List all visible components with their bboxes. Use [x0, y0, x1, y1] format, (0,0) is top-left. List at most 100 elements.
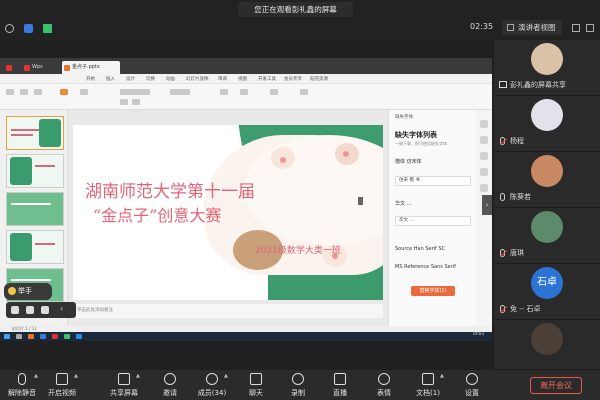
menu-member[interactable]: 会员专享	[284, 76, 302, 82]
tool-icon[interactable]	[480, 136, 488, 144]
participant-tile[interactable]: 彭礼鑫的屏幕共享	[494, 40, 600, 96]
slide-title-line1[interactable]: 湖南师范大学第十一届	[85, 177, 255, 202]
collapse-panel-button[interactable]: ›	[482, 195, 492, 215]
font-icon[interactable]	[120, 89, 150, 95]
font-select[interactable]: 华文 ...	[395, 216, 471, 226]
app-icon[interactable]	[76, 334, 82, 339]
app-icon[interactable]	[40, 334, 46, 339]
chat-icon[interactable]	[26, 306, 34, 314]
slide-thumb[interactable]	[6, 230, 64, 264]
menu-review[interactable]: 审阅	[218, 76, 227, 82]
info-icon[interactable]	[5, 24, 14, 33]
replace-fonts-button[interactable]: 替换字体(1)	[411, 286, 455, 296]
chevron-up-icon[interactable]: ▲	[440, 373, 444, 379]
slide-thumb[interactable]	[6, 192, 64, 226]
avatar	[531, 323, 563, 355]
find-icon[interactable]	[300, 89, 308, 95]
record-button[interactable]: 录制	[278, 371, 318, 399]
window-icon[interactable]	[586, 24, 594, 32]
wps-tab-presentation[interactable]: 金点子.pptx	[62, 61, 120, 74]
document-icon	[422, 373, 434, 385]
speaker-view-button[interactable]: 演讲者视图	[502, 20, 562, 35]
align-icon[interactable]	[170, 89, 190, 95]
menu-view[interactable]: 视图	[238, 76, 247, 82]
participant-tile[interactable]: 石卓 免 -- 石卓	[494, 264, 600, 320]
raise-hand-button[interactable]: 举手	[4, 283, 52, 300]
members-button[interactable]: ▲ 成员(34)	[192, 371, 232, 399]
chevron-up-icon[interactable]: ▲	[136, 373, 140, 379]
chevron-up-icon[interactable]: ▲	[224, 373, 228, 379]
chat-icon	[250, 373, 262, 385]
start-icon[interactable]	[4, 334, 10, 339]
notes-field[interactable]: 单击此处添加备注	[73, 304, 383, 318]
cat-paw	[271, 147, 295, 169]
search-icon[interactable]	[16, 334, 22, 339]
arrange-icon[interactable]	[240, 89, 248, 95]
app-icon[interactable]	[52, 334, 58, 339]
layout-icon[interactable]	[80, 89, 88, 95]
gear-icon	[466, 373, 478, 385]
slide-editor[interactable]: 湖南师范大学第十一届 “金点子”创意大赛 2021级数学大类一班 单击此处添加备…	[68, 110, 388, 326]
menu-design[interactable]: 设计	[126, 76, 135, 82]
emoji-button[interactable]: 表情	[364, 371, 404, 399]
mic-icon	[500, 193, 505, 201]
chevron-up-icon[interactable]: ▲	[74, 373, 78, 379]
live-button[interactable]: 直播	[320, 371, 360, 399]
bold-icon[interactable]	[120, 99, 128, 105]
missing-fonts-pane: 缺失字体 缺失字体列表 一键下载，即可使用缺失字体 楷体 仿宋体 仿宋 楷 书 …	[388, 110, 476, 326]
participant-tile[interactable]: 杨程	[494, 96, 600, 152]
menu-slideshow[interactable]: 幻灯片放映	[186, 76, 209, 82]
documents-button[interactable]: ▲ 文档(1)	[408, 371, 448, 399]
menu-start[interactable]: 开始	[86, 76, 95, 82]
cat-face	[243, 135, 383, 245]
signal-icon[interactable]	[43, 24, 52, 33]
settings-button[interactable]: 设置	[452, 371, 492, 399]
share-screen-button[interactable]: ▲ 共享屏幕	[104, 371, 144, 399]
invite-button[interactable]: 邀请	[150, 371, 190, 399]
app-icon[interactable]	[28, 334, 34, 339]
menu-docer[interactable]: 稻壳资源	[310, 76, 328, 82]
menu-insert[interactable]: 插入	[106, 76, 115, 82]
current-slide[interactable]: 湖南师范大学第十一届 “金点子”创意大赛 2021级数学大类一班	[73, 125, 383, 300]
paste-icon[interactable]	[6, 89, 14, 95]
slide-title-line2[interactable]: “金点子”创意大赛	[93, 202, 221, 226]
side-tool-strip	[476, 110, 492, 326]
participant-tile[interactable]: 陈葵若	[494, 152, 600, 208]
tool-icon[interactable]	[480, 152, 488, 160]
tool-icon[interactable]	[480, 184, 488, 192]
tool-icon[interactable]	[480, 168, 488, 176]
more-icon[interactable]	[41, 306, 49, 314]
fullscreen-icon[interactable]	[572, 24, 580, 32]
new-slide-icon[interactable]	[60, 89, 68, 95]
slide-thumb[interactable]	[6, 116, 64, 150]
shape-icon[interactable]	[220, 89, 228, 95]
shared-screen[interactable]: Wps 金点子.pptx 开始 插入 设计 切换 动画 幻灯片放映 审阅 视图 …	[0, 58, 492, 341]
app-icon[interactable]	[64, 334, 70, 339]
menu-animation[interactable]: 动画	[166, 76, 175, 82]
menu-dev-tools[interactable]: 开发工具	[258, 76, 276, 82]
start-video-button[interactable]: ▲ 开启视频	[42, 371, 82, 399]
participant-tile[interactable]	[494, 320, 600, 370]
speaker-icon[interactable]	[358, 197, 366, 205]
chevron-left-icon[interactable]: ‹	[60, 304, 68, 313]
participant-tile[interactable]: 唐琪	[494, 208, 600, 264]
format-icon[interactable]	[34, 89, 42, 95]
leave-meeting-button[interactable]: 离开会议	[530, 377, 582, 394]
avatar	[531, 155, 563, 187]
slide-subtitle[interactable]: 2021级数学大类一班	[255, 243, 341, 256]
wps-tab-home[interactable]	[4, 61, 18, 74]
textbox-icon[interactable]	[270, 89, 278, 95]
font-select[interactable]: 仿宋 楷 书	[395, 176, 471, 186]
cut-icon[interactable]	[20, 89, 28, 95]
shield-icon[interactable]	[24, 24, 33, 33]
tool-icon[interactable]	[480, 120, 488, 128]
wps-tab-docs[interactable]: Wps	[22, 61, 46, 74]
menu-transition[interactable]: 切换	[146, 76, 155, 82]
chevron-up-icon[interactable]: ▲	[34, 373, 38, 379]
chat-button[interactable]: 聊天	[236, 371, 276, 399]
mic-muted-icon	[500, 249, 505, 257]
grid-icon[interactable]	[11, 306, 19, 314]
slide-thumb[interactable]	[6, 154, 64, 188]
tab-label: 金点子.pptx	[72, 64, 100, 70]
italic-icon[interactable]	[132, 99, 140, 105]
